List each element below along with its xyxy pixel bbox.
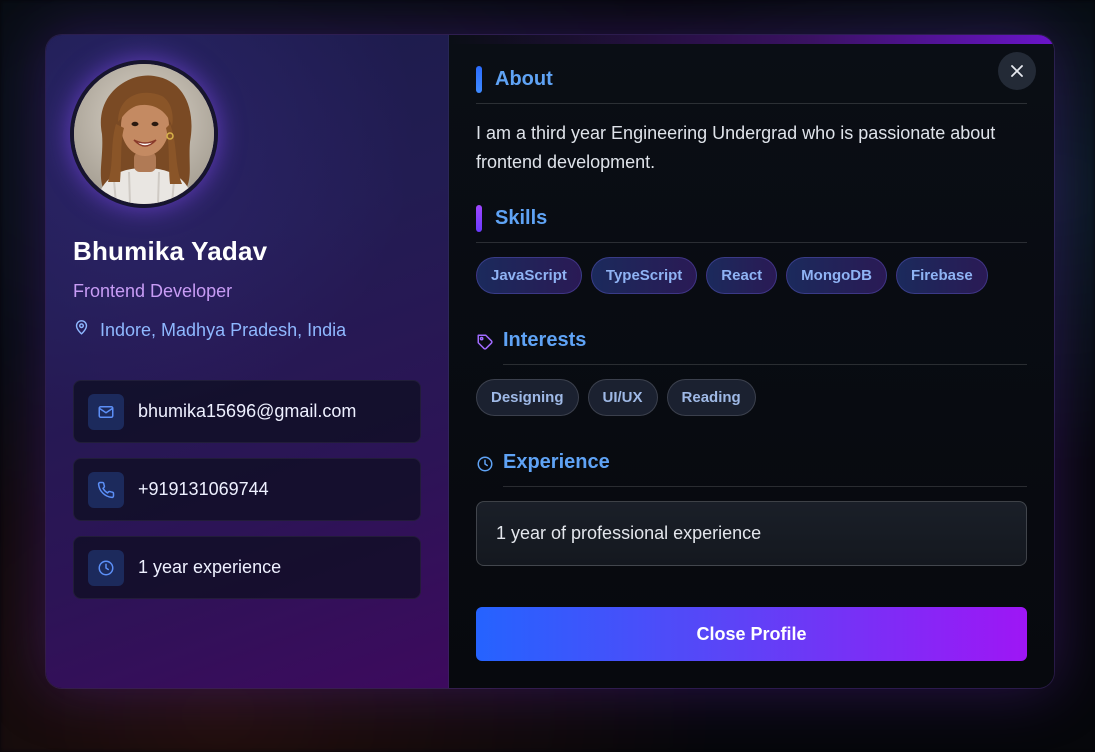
profile-sidebar: Bhumika Yadav Frontend Developer Indore,… [46,35,449,688]
divider [476,103,1027,104]
profile-name: Bhumika Yadav [73,236,268,266]
avatar-photo [74,64,214,204]
close-profile-button[interactable]: Close Profile [476,607,1027,661]
experience-section: Experience 1 year of professional experi… [476,448,1027,566]
close-icon-button[interactable] [998,52,1036,90]
interests-list: Designing UI/UX Reading [476,379,1027,416]
section-accent-bar [476,204,482,232]
contact-list: bhumika15696@gmail.com +919131069744 1 y… [73,380,421,599]
profile-location: Indore, Madhya Pradesh, India [73,318,421,342]
profile-role: Frontend Developer [73,281,233,301]
interest-chip: Reading [666,379,756,416]
skills-list: JavaScript TypeScript React MongoDB Fire… [476,257,1027,294]
clock-icon [476,455,494,473]
avatar [70,60,218,208]
interests-heading: Interests [476,326,1027,354]
skill-chip: React [706,257,778,294]
experience-heading: Experience [476,448,1027,476]
skill-chip: TypeScript [590,257,698,294]
skills-section: Skills JavaScript TypeScript React Mongo… [476,204,1027,294]
interests-title: Interests [503,328,587,351]
contact-phone[interactable]: +919131069744 [73,458,421,521]
experience-box: 1 year of professional experience [476,501,1027,566]
divider [503,364,1027,365]
profile-modal: Bhumika Yadav Frontend Developer Indore,… [46,35,1054,688]
skill-chip: JavaScript [476,257,582,294]
email-text: bhumika15696@gmail.com [138,401,357,421]
section-accent-bar [476,65,482,93]
about-title: About [495,67,553,90]
skill-chip: MongoDB [786,257,887,294]
about-heading: About [476,65,1027,93]
contact-experience: 1 year experience [73,536,421,599]
close-icon [1011,65,1023,77]
clock-icon [88,549,124,586]
interests-section: Interests Designing UI/UX Reading [476,326,1027,416]
about-section: About I am a third year Engineering Unde… [476,65,1027,177]
interest-chip: Designing [476,379,579,416]
skills-title: Skills [495,206,548,229]
divider [476,242,1027,243]
divider [503,486,1027,487]
phone-icon [88,471,124,508]
skill-chip: Firebase [895,257,988,294]
map-pin-icon [73,318,90,342]
tag-icon [476,333,494,351]
skills-heading: Skills [476,204,1027,232]
location-text: Indore, Madhya Pradesh, India [100,319,347,340]
profile-details: About I am a third year Engineering Unde… [449,35,1054,688]
contact-email[interactable]: bhumika15696@gmail.com [73,380,421,443]
experience-summary-text: 1 year experience [138,557,282,577]
about-text: I am a third year Engineering Undergrad … [476,123,996,172]
mail-icon [88,393,124,430]
interest-chip: UI/UX [587,379,658,416]
experience-title: Experience [503,450,610,473]
phone-text: +919131069744 [138,479,269,499]
